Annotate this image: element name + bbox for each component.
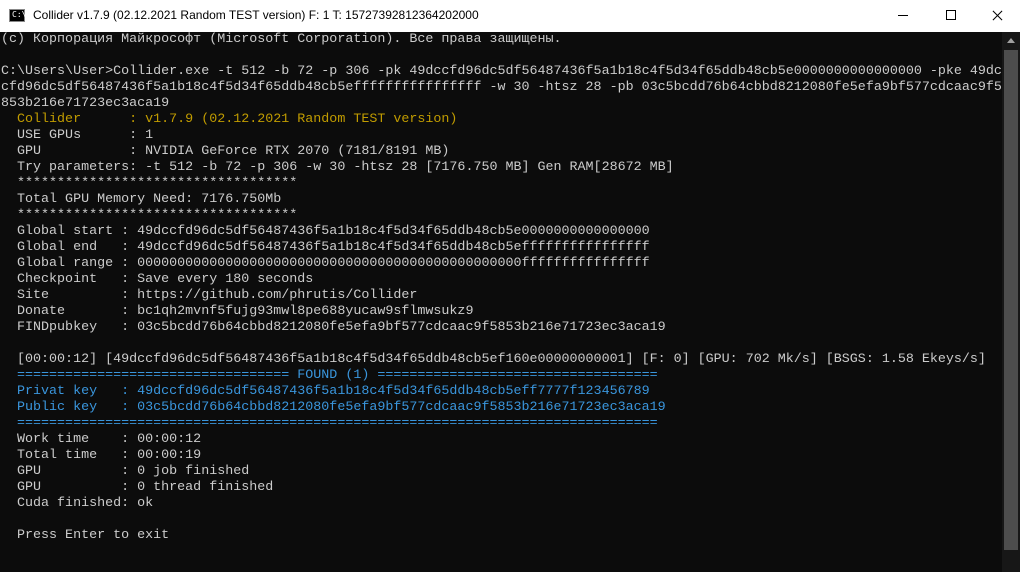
console-icon-glyph: C:\ [12,10,27,19]
console-line: Press Enter to exit [1,528,170,543]
console-line: Checkpoint : Save every 180 seconds [1,272,314,287]
console-line: Global start : 49dccfd96dc5df56487436f5a… [1,224,650,239]
console-line: Try parameters: -t 512 -b 72 -p 306 -w 3… [1,160,674,175]
console-line: ========================================… [1,416,658,431]
console-line: 853b216e71723ec3aca19 [1,96,170,111]
console-line: Global end : 49dccfd96dc5df56487436f5a1b… [1,240,650,255]
console-line: GPU : 0 thread finished [1,480,274,495]
console-line: Donate : bc1qh2mvnf5fujg93mwl8pe688yucaw… [1,304,474,319]
console-line: Total time : 00:00:19 [1,448,202,463]
vertical-scrollbar[interactable] [1002,32,1020,572]
console-window: C:\ Collider v1.7.9 (02.12.2021 Random T… [0,0,1020,572]
console-line: Public key : 03c5bcdd76b64cbbd8212080fe5… [1,400,666,415]
title-bar[interactable]: C:\ Collider v1.7.9 (02.12.2021 Random T… [0,0,1020,32]
console-output[interactable]: (с) Корпорация Майкрософт (Microsoft Cor… [0,32,1002,572]
console-line: *********************************** [1,208,298,223]
console-line: Total GPU Memory Need: 7176.750Mb [1,192,282,207]
console-line: GPU : NVIDIA GeForce RTX 2070 (7181/8191… [1,144,450,159]
console-line: (с) Корпорация Майкрософт (Microsoft Cor… [1,32,562,47]
maximize-button[interactable] [928,0,974,32]
console-line: GPU : 0 job finished [1,464,250,479]
console-line: FINDpubkey : 03c5bcdd76b64cbbd8212080fe5… [1,320,666,335]
close-button[interactable] [974,0,1020,32]
console-line: Work time : 00:00:12 [1,432,202,447]
console-line: [00:00:12] [49dccfd96dc5df56487436f5a1b1… [1,352,986,367]
console-text: (с) Корпорация Майкрософт (Microsoft Cor… [0,32,1002,544]
minimize-button[interactable] [880,0,926,32]
console-line: cfd96dc5df56487436f5a1b18c4f5d34f65ddb48… [1,80,1002,95]
console-icon[interactable]: C:\ [9,9,27,22]
scroll-thumb[interactable] [1004,50,1018,550]
console-line: Privat key : 49dccfd96dc5df56487436f5a1b… [1,384,650,399]
console-line: *********************************** [1,176,298,191]
console-line: USE GPUs : 1 [1,128,154,143]
console-line: C:\Users\User>Collider.exe -t 512 -b 72 … [1,64,1002,79]
console-line: Cuda finished: ok [1,496,154,511]
console-line: ================================== FOUND… [1,368,658,383]
window-title: Collider v1.7.9 (02.12.2021 Random TEST … [33,8,479,22]
console-line: Collider : v1.7.9 (02.12.2021 Random TES… [1,112,458,127]
console-line: Site : https://github.com/phrutis/Collid… [1,288,418,303]
console-line: Global range : 0000000000000000000000000… [1,256,650,271]
scroll-up-arrow-icon[interactable] [1002,32,1020,49]
